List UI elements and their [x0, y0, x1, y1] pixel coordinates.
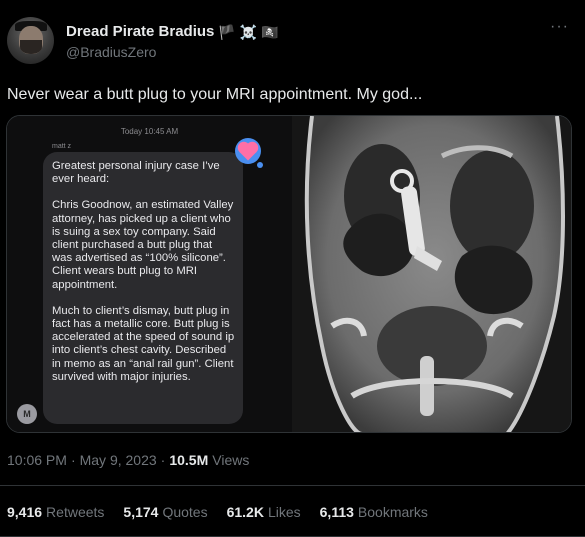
message-sender: matt z [52, 143, 72, 150]
tweet-time[interactable]: 10:06 PM [7, 452, 67, 468]
bookmarks-label: Bookmarks [357, 504, 428, 520]
reaction-tail [257, 162, 263, 168]
avatar-beard [20, 40, 42, 54]
message-screenshot-image[interactable]: Today 10:45 AM matt z Greatest personal … [7, 116, 292, 432]
message-paragraph-2: Chris Goodnow, an estimated Valley attor… [52, 199, 234, 291]
quotes-label: Quotes [162, 504, 208, 520]
retweets-stat[interactable]: 9,416 Retweets [7, 504, 104, 520]
pirate-flag-icon: 🏴 [218, 23, 236, 40]
tweet-text: Never wear a butt plug to your MRI appoi… [7, 86, 423, 103]
author-handle[interactable]: @BradiusZero [66, 44, 156, 60]
tweet-media[interactable]: Today 10:45 AM matt z Greatest personal … [6, 115, 572, 433]
ct-scan-image[interactable] [292, 116, 571, 432]
bookmarks-stat[interactable]: 6,113 Bookmarks [320, 504, 428, 520]
ct-scan-drawing [292, 116, 571, 432]
likes-count: 61.2K [226, 504, 264, 520]
tweet-date[interactable]: May 9, 2023 [80, 452, 157, 468]
likes-label: Likes [267, 504, 301, 520]
message-paragraph-3: Much to client’s dismay, butt plug in fa… [52, 304, 235, 383]
message-paragraph-1: Greatest personal injury case I’ve ever … [52, 160, 220, 186]
author-name-row[interactable]: Dread Pirate Bradius 🏴 ☠️ 🏴‍☠️ [66, 23, 279, 40]
likes-stat[interactable]: 61.2K Likes [227, 504, 301, 520]
bookmarks-count: 6,113 [319, 504, 354, 520]
quotes-count: 5,174 [123, 504, 159, 520]
more-horizontal-icon[interactable]: ··· [550, 18, 569, 36]
views-count: 10.5M [169, 452, 209, 468]
tweet-meta: 10:06 PM · May 9, 2023 · 10.5M Views [7, 452, 249, 468]
message-bubble: Greatest personal injury case I’ve ever … [43, 152, 243, 424]
meta-separator: · [70, 452, 76, 468]
quotes-stat[interactable]: 5,174 Quotes [123, 504, 207, 520]
sender-avatar: M [17, 404, 37, 424]
engagement-stats: 9,416 Retweets 5,174 Quotes 61.2K Likes … [7, 504, 447, 520]
views-label: Views [212, 452, 250, 468]
retweets-count: 9,416 [7, 504, 43, 520]
pirate-flag-icon-2: 🏴‍☠️ [261, 23, 279, 40]
tweet-header: Dread Pirate Bradius 🏴 ☠️ 🏴‍☠️ @BradiusZ… [0, 0, 585, 70]
skull-crossbones-icon: ☠️ [239, 23, 258, 40]
author-display-name[interactable]: Dread Pirate Bradius [66, 23, 214, 40]
retweets-label: Retweets [46, 504, 105, 520]
message-timestamp: Today 10:45 AM [120, 127, 179, 136]
divider-top [0, 485, 585, 486]
author-avatar[interactable] [7, 17, 54, 64]
heart-reaction-icon [235, 138, 261, 164]
meta-separator-2: · [160, 452, 166, 468]
